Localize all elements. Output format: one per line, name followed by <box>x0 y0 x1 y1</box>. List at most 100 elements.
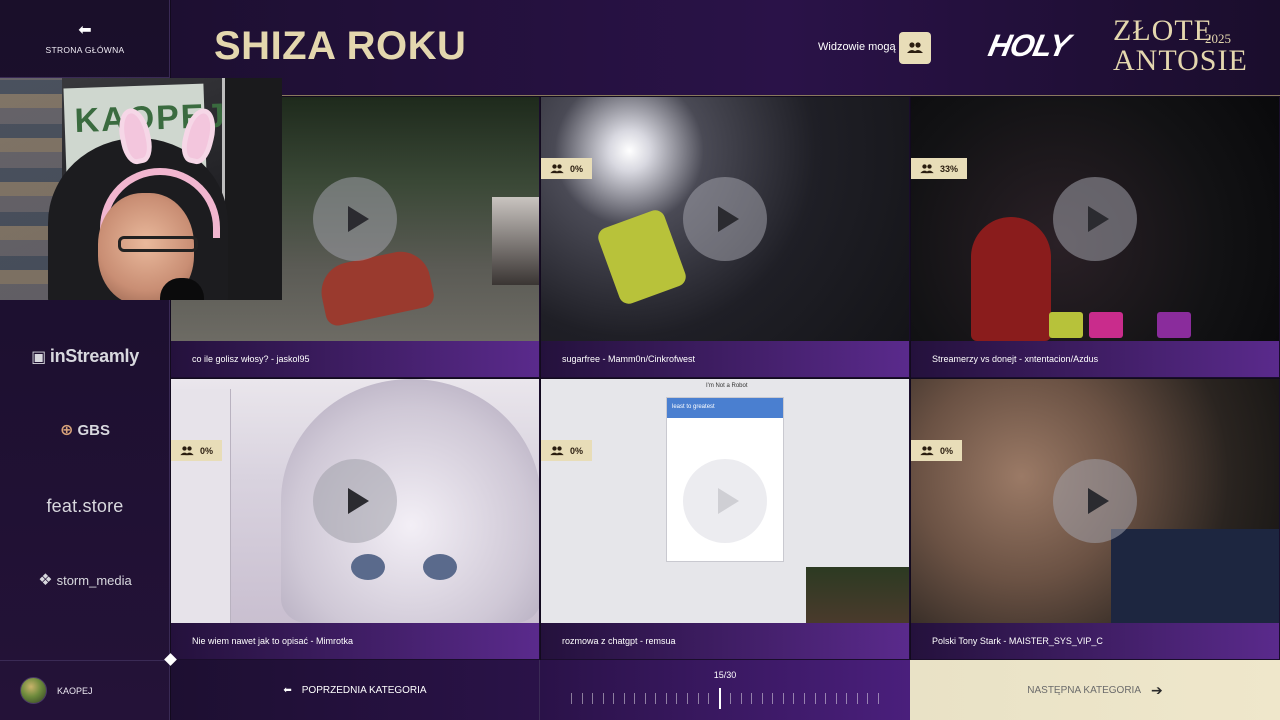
gbs-logo-icon: ⊕ <box>60 422 74 439</box>
clip-caption: sugarfree - Mamm0n/Cinkrofwest <box>541 341 909 377</box>
vote-percent: 0% <box>570 163 584 174</box>
progress-ticks[interactable] <box>571 687 879 709</box>
progress-tick <box>655 692 657 704</box>
progress-tick <box>814 692 816 704</box>
home-button[interactable]: ⬅ STRONA GŁÓWNA <box>0 0 170 78</box>
thumb-person <box>971 217 1051 341</box>
vote-badge: 0% <box>541 440 593 461</box>
sponsor-label: feat.store <box>46 496 124 516</box>
user-name: KAOPEJ <box>57 685 93 696</box>
thumb-cup <box>1157 312 1191 338</box>
arrow-left-icon: ⬅ <box>78 21 92 39</box>
progress-tick <box>867 692 869 704</box>
clip-card[interactable]: 0% sugarfree - Mamm0n/Cinkrofwest <box>541 97 910 378</box>
category-navigation: ⬅ POPRZEDNIA KATEGORIA 15/30 NASTĘPNA KA… <box>171 660 1280 720</box>
captcha-header: least to greatest <box>667 398 783 418</box>
users-icon <box>907 42 923 53</box>
play-icon[interactable] <box>313 459 397 543</box>
sponsor-gbs: ⊕ GBS <box>0 420 170 440</box>
progress-tick <box>687 692 689 704</box>
thumb-cup <box>1089 312 1123 338</box>
thumb-anime-eye <box>351 554 385 580</box>
vote-percent: 0% <box>200 445 214 456</box>
captcha-title: I'm Not a Robot <box>706 383 748 389</box>
users-icon <box>550 163 564 173</box>
header: SHIZA ROKU Widzowie mogą HOLY ZŁOTE ANTO… <box>171 0 1280 96</box>
progress-tick <box>634 692 636 704</box>
sponsor-storm-media: ❖ storm_media <box>0 570 170 590</box>
vote-badge: 0% <box>911 440 963 461</box>
play-icon[interactable] <box>1053 177 1137 261</box>
clip-grid: co ile golisz włosy? - jaskol95 0% sugar… <box>171 97 1280 660</box>
category-progress: 15/30 <box>540 660 910 720</box>
users-icon <box>920 445 934 455</box>
previous-category-label: POPRZEDNIA KATEGORIA <box>301 684 427 696</box>
vote-badge: 33% <box>911 158 968 179</box>
progress-count: 15/30 <box>713 670 737 680</box>
progress-tick <box>613 692 615 704</box>
progress-tick <box>825 692 827 704</box>
users-icon <box>550 445 564 455</box>
progress-tick <box>676 692 678 704</box>
progress-tick <box>592 692 594 704</box>
instreamly-logo-icon: ▣ <box>31 348 46 366</box>
viewers-label: Widzowie mogą <box>818 41 896 53</box>
vote-percent: 33% <box>940 163 959 174</box>
sponsor-label: GBS <box>77 421 110 439</box>
progress-tick <box>623 692 625 704</box>
play-icon[interactable] <box>313 177 397 261</box>
thumb-can <box>595 207 689 307</box>
progress-tick-current <box>718 687 721 709</box>
users-icon <box>180 445 194 455</box>
progress-tick <box>877 692 879 704</box>
logo-year: 2025 <box>1205 31 1231 46</box>
previous-category-button[interactable]: ⬅ POPRZEDNIA KATEGORIA <box>171 660 540 720</box>
page-title: SHIZA ROKU <box>214 24 467 68</box>
play-icon[interactable] <box>1053 459 1137 543</box>
holy-logo: HOLY <box>985 28 1073 63</box>
thumb-inset-cam <box>492 197 539 285</box>
sponsor-label: inStreamly <box>49 346 139 366</box>
progress-tick <box>730 692 732 704</box>
progress-tick <box>644 692 646 704</box>
avatar <box>20 677 47 704</box>
progress-tick <box>751 692 753 704</box>
progress-tick <box>772 692 774 704</box>
clip-card[interactable]: 0% Polski Tony Stark - MAISTER_SYS_VIP_C <box>911 379 1280 660</box>
progress-tick <box>804 692 806 704</box>
clip-card[interactable]: 0% Nie wiem nawet jak to opisać - Mimrot… <box>171 379 540 660</box>
logo-line-2: ANTOSIE <box>1113 44 1248 77</box>
webcam-door <box>222 78 282 300</box>
play-icon[interactable] <box>683 177 767 261</box>
zlote-antosie-logo: ZŁOTE ANTOSIE 2025 <box>1113 16 1248 76</box>
webcam-glasses <box>118 236 198 252</box>
progress-tick <box>581 692 583 704</box>
thumb-inset-cam <box>806 567 909 623</box>
vote-badge: 0% <box>171 440 223 461</box>
user-profile[interactable]: KAOPEJ <box>0 660 170 720</box>
storm-media-logo-icon: ❖ <box>38 572 53 589</box>
home-label: STRONA GŁÓWNA <box>45 44 125 55</box>
vote-badge: 0% <box>541 158 593 179</box>
thumb-cup <box>1049 312 1083 338</box>
viewers-button[interactable] <box>899 32 931 64</box>
arrow-left-icon: ⬅ <box>283 684 292 696</box>
users-icon <box>920 163 934 173</box>
progress-tick <box>782 692 784 704</box>
vote-percent: 0% <box>940 445 954 456</box>
clip-caption: Nie wiem nawet jak to opisać - Mimrotka <box>171 623 539 659</box>
progress-tick <box>665 692 667 704</box>
webcam-overlay: KAOPEJ <box>0 78 282 300</box>
thumb-jacket <box>1111 529 1279 623</box>
progress-tick <box>793 692 795 704</box>
progress-tick <box>602 692 604 704</box>
play-icon[interactable] <box>683 459 767 543</box>
progress-tick <box>835 692 837 704</box>
clip-card[interactable]: 33% Streamerzy vs donejt - xntentacion/A… <box>911 97 1280 378</box>
thumb-chat-panel <box>171 389 231 623</box>
progress-tick <box>846 692 848 704</box>
next-category-button[interactable]: NASTĘPNA KATEGORIA ➔ <box>910 660 1280 720</box>
vote-percent: 0% <box>570 445 584 456</box>
progress-tick <box>708 692 710 704</box>
clip-card[interactable]: least to greatest I'm Not a Robot 0% roz… <box>541 379 910 660</box>
